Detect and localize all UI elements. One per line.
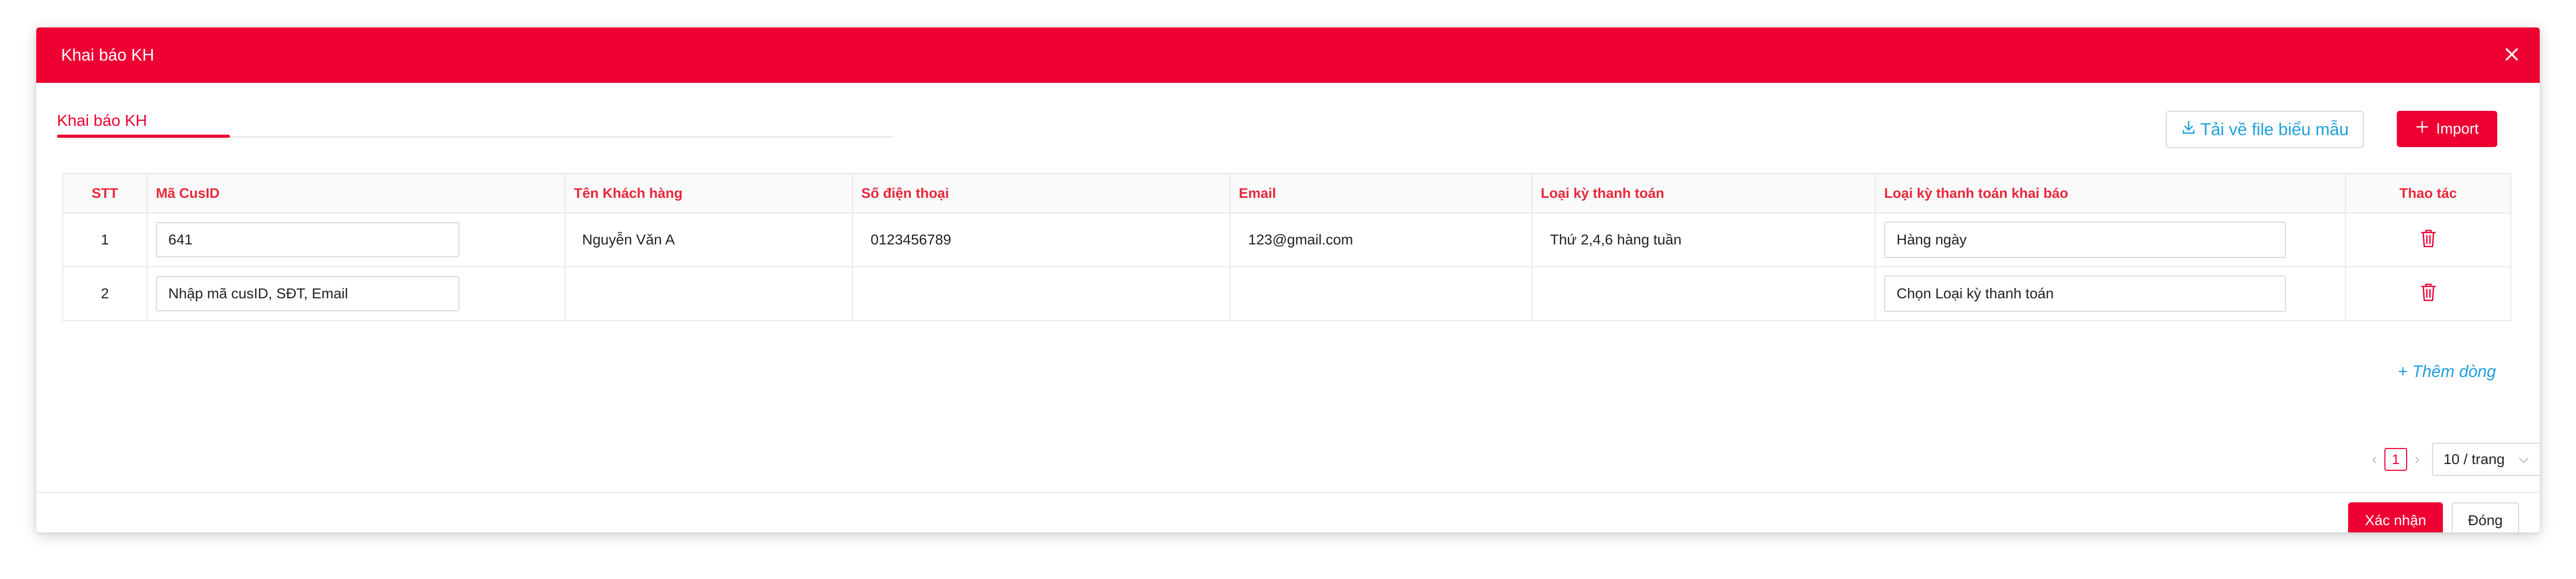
prev-page-button[interactable]: ‹ [2367, 451, 2382, 468]
row-stt: 2 [62, 266, 148, 321]
cusid-cell [147, 266, 566, 321]
modal-header: Khai báo KH [36, 27, 2540, 83]
active-tab-indicator [57, 135, 230, 138]
declared-period-cell: Hàng ngày [1875, 212, 2346, 267]
footer-divider [36, 492, 2540, 493]
customer-name: Nguyễn Văn A [565, 212, 853, 267]
cusid-input[interactable] [156, 222, 459, 257]
declared-period-value: Hàng ngày [1897, 231, 1967, 248]
column-header-name: Tên Khách hàng [565, 173, 853, 213]
page-size-value: 10 / trang [2443, 451, 2505, 467]
tab-bar: Khai báo KH [57, 110, 893, 138]
trash-icon[interactable] [2420, 282, 2437, 302]
close-button[interactable]: Đóng [2452, 502, 2519, 532]
table-header-row: STT Mã CusID Tên Khách hàng Số điện thoạ… [62, 173, 2511, 213]
column-header-email: Email [1229, 173, 1532, 213]
column-header-stt: STT [62, 173, 148, 213]
declared-period-placeholder: Chọn Loại kỳ thanh toán [1897, 285, 2054, 301]
customer-email [1229, 266, 1532, 321]
add-row-link[interactable]: + Thêm dòng [2398, 362, 2496, 381]
column-header-declared-period: Loại kỳ thanh toán khai báo [1875, 173, 2346, 213]
column-header-phone: Số điện thoại [852, 173, 1231, 213]
import-label: Import [2436, 120, 2479, 137]
actions-cell [2345, 266, 2511, 321]
chevron-down-icon [2518, 451, 2529, 468]
column-header-cusid: Mã CusID [147, 173, 566, 213]
payment-period [1531, 266, 1876, 321]
declared-period-select[interactable]: Chọn Loại kỳ thanh toán [1884, 276, 2286, 312]
column-header-payment-period: Loại kỳ thanh toán [1531, 173, 1876, 213]
next-page-button[interactable]: › [2409, 451, 2425, 468]
close-icon[interactable] [2500, 43, 2523, 66]
customer-email: 123@gmail.com [1229, 212, 1532, 267]
table-row: 2 Chọn Loại kỳ thanh toán [62, 266, 2511, 321]
customer-declare-modal: Khai báo KH Khai báo KH Tải về file biểu… [36, 27, 2540, 532]
download-template-label: Tải về file biểu mẫu [2200, 120, 2349, 139]
import-button[interactable]: Import [2397, 111, 2497, 147]
customer-table: STT Mã CusID Tên Khách hàng Số điện thoạ… [62, 173, 2511, 321]
declared-period-cell: Chọn Loại kỳ thanh toán [1875, 266, 2346, 321]
trash-icon[interactable] [2420, 228, 2437, 249]
cusid-cell [147, 212, 566, 267]
cusid-input[interactable] [156, 276, 459, 311]
plus-icon [2415, 120, 2429, 138]
actions-cell [2345, 212, 2511, 267]
declared-period-select[interactable]: Hàng ngày [1884, 222, 2286, 258]
modal-title: Khai báo KH [61, 46, 154, 64]
payment-period: Thứ 2,4,6 hàng tuần [1531, 212, 1876, 267]
page-size-select[interactable]: 10 / trang [2432, 443, 2540, 476]
customer-phone: 0123456789 [852, 212, 1231, 267]
pagination: ‹ 1 › 10 / trang [2367, 443, 2540, 476]
confirm-button[interactable]: Xác nhận [2348, 502, 2443, 532]
row-stt: 1 [62, 212, 148, 267]
customer-phone [852, 266, 1231, 321]
tab-khai-bao-kh[interactable]: Khai báo KH [57, 110, 147, 131]
table-row: 1 Nguyễn Văn A 0123456789 123@gmail.com … [62, 212, 2511, 267]
column-header-actions: Thao tác [2345, 173, 2511, 213]
download-template-button[interactable]: Tải về file biểu mẫu [2166, 111, 2364, 148]
page-number-1[interactable]: 1 [2384, 448, 2407, 471]
download-icon [2181, 120, 2196, 139]
customer-name [565, 266, 853, 321]
